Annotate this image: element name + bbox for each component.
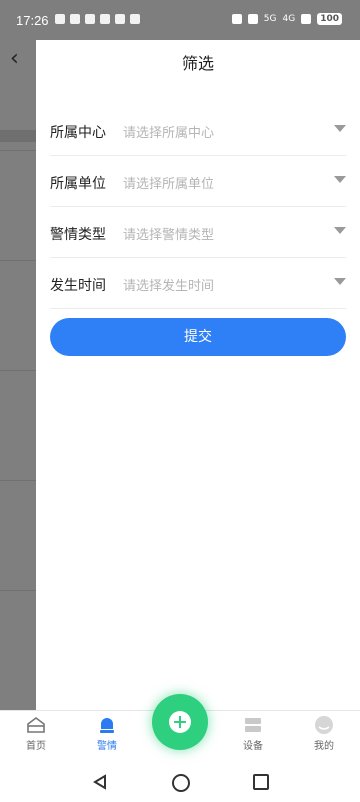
- app-icon: [85, 14, 95, 24]
- filter-row-unit[interactable]: 所属单位 请选择所属单位: [50, 156, 346, 207]
- back-arrow-icon[interactable]: ‹: [10, 48, 28, 70]
- nav-item-home[interactable]: 首页: [6, 715, 66, 752]
- nav-label: 我的: [314, 741, 334, 752]
- back-icon[interactable]: [92, 774, 108, 790]
- nav-item-alert[interactable]: 警情: [77, 715, 137, 752]
- filter-label: 警情类型: [50, 227, 106, 243]
- alert-icon: [100, 718, 114, 733]
- alarm-icon: [70, 14, 80, 24]
- divider: [0, 480, 36, 481]
- recent-apps-icon[interactable]: [253, 774, 269, 790]
- divider: [0, 260, 36, 261]
- message-icon: [100, 14, 110, 24]
- app-icon: [115, 14, 125, 24]
- home-icon: [27, 717, 45, 733]
- alarm-icon: [231, 14, 242, 24]
- dropdown-caret-icon[interactable]: [334, 176, 346, 183]
- home-button-icon[interactable]: [172, 774, 190, 792]
- background-band: [0, 130, 36, 142]
- filter-label: 所属中心: [50, 125, 106, 141]
- drawer-title: 筛选: [181, 56, 214, 73]
- profile-icon: [315, 716, 333, 734]
- background-page-overlay[interactable]: [0, 40, 36, 710]
- notification-icons: [55, 14, 140, 24]
- status-time: 17:26: [16, 13, 49, 28]
- vibrate-icon: [247, 14, 258, 24]
- filter-row-time[interactable]: 发生时间 请选择发生时间: [50, 258, 346, 309]
- divider: [0, 590, 36, 591]
- plus-icon: [169, 711, 191, 733]
- center-select[interactable]: 请选择所属中心: [123, 122, 214, 141]
- dropdown-caret-icon[interactable]: [334, 227, 346, 234]
- filter-row-center[interactable]: 所属中心 请选择所属中心: [50, 105, 346, 156]
- app-icon: [130, 14, 140, 24]
- nav-label: 首页: [26, 741, 46, 752]
- device-icon: [245, 718, 261, 732]
- type-select[interactable]: 请选择警情类型: [123, 224, 214, 243]
- nav-label: 警情: [97, 741, 117, 752]
- divider: [0, 150, 36, 151]
- filter-row-type[interactable]: 警情类型 请选择警情类型: [50, 207, 346, 258]
- nav-item-profile[interactable]: 我的: [294, 715, 354, 752]
- submit-button[interactable]: 提交: [50, 318, 346, 356]
- wifi-icon: [301, 14, 312, 24]
- divider: [0, 370, 36, 371]
- filter-drawer: 筛选 所属中心 请选择所属中心 所属单位 请选择所属单位 警情类型 请选择警情类…: [36, 40, 360, 710]
- add-fab-button[interactable]: [152, 694, 208, 750]
- system-navigation-bar: [0, 764, 360, 802]
- filter-label: 所属单位: [50, 176, 106, 192]
- time-select[interactable]: 请选择发生时间: [123, 275, 214, 294]
- nav-label: 设备: [243, 741, 263, 752]
- network-label-1: 5G: [263, 14, 277, 24]
- network-label-2: 4G: [282, 14, 296, 24]
- filter-label: 发生时间: [50, 278, 106, 294]
- dropdown-caret-icon[interactable]: [334, 278, 346, 285]
- unit-select[interactable]: 请选择所属单位: [123, 173, 214, 192]
- system-status-icons: 5G 4G 100: [231, 13, 342, 25]
- status-bar: 17:26 5G 4G 100: [0, 0, 360, 40]
- notification-icon: [55, 14, 65, 24]
- dropdown-caret-icon[interactable]: [334, 125, 346, 132]
- battery-icon: 100: [317, 13, 342, 25]
- nav-item-device[interactable]: 设备: [223, 715, 283, 752]
